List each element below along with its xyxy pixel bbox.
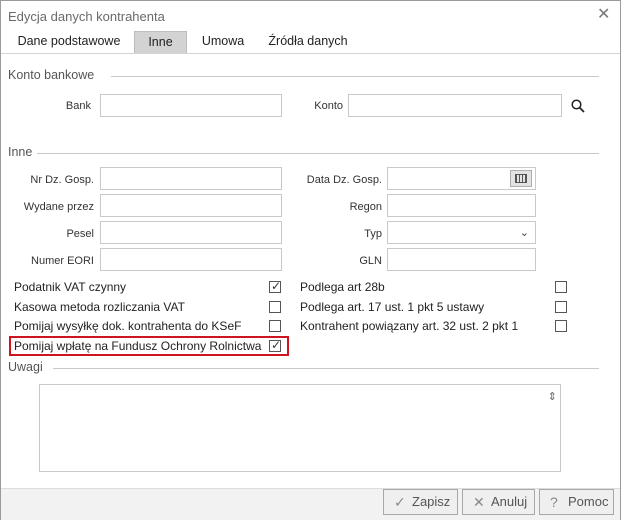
checkbox-label: Pomijaj wysyłkę dok. kontrahenta do KSeF xyxy=(14,319,242,333)
anuluj-button[interactable]: ✕ Anuluj xyxy=(462,489,535,515)
konto-input[interactable] xyxy=(348,94,562,117)
resize-grip-icon[interactable]: ⇕ xyxy=(548,390,557,403)
pomoc-button[interactable]: ? Pomoc xyxy=(539,489,614,515)
bank-input[interactable] xyxy=(100,94,282,117)
zapisz-button[interactable]: ✓ Zapisz xyxy=(383,489,458,515)
checkbox-label: Pomijaj wpłatę na Fundusz Ochrony Rolnic… xyxy=(14,339,262,353)
search-icon[interactable] xyxy=(571,99,585,113)
regon-input[interactable] xyxy=(387,194,536,217)
section-uwagi: Uwagi xyxy=(8,360,43,374)
dialog-window: Edycja danych kontrahenta ✕ Dane podstaw… xyxy=(0,0,621,520)
section-divider xyxy=(37,153,599,154)
tab-dane-podstawowe[interactable]: Dane podstawowe xyxy=(9,31,129,53)
section-konto-bankowe: Konto bankowe xyxy=(8,68,95,82)
bank-label: Bank xyxy=(65,100,91,112)
checkbox-label: Podatnik VAT czynny xyxy=(14,280,127,294)
pesel-label: Pesel xyxy=(66,228,94,240)
numer-eori-label: Numer EORI xyxy=(31,255,94,267)
section-inne: Inne xyxy=(8,145,33,159)
podlega-art17-checkbox[interactable] xyxy=(555,301,567,313)
konto-label: Konto xyxy=(314,100,343,112)
data-dz-gosp-label: Data Dz. Gosp. xyxy=(306,174,382,186)
pesel-input[interactable] xyxy=(100,221,282,244)
tab-inne[interactable]: Inne xyxy=(134,31,187,53)
wydane-przez-input[interactable] xyxy=(100,194,282,217)
gln-label: GLN xyxy=(359,255,382,267)
typ-label: Typ xyxy=(364,228,382,240)
title-bar: Edycja danych kontrahenta ✕ xyxy=(1,1,620,31)
checkbox-label: Kasowa metoda rozliczania VAT xyxy=(14,300,185,314)
data-dz-gosp-input[interactable] xyxy=(387,167,536,190)
pomijaj-fundusz-checkbox[interactable]: ✓ xyxy=(269,338,281,352)
tab-zrodla-danych[interactable]: Źródła danych xyxy=(263,31,353,53)
help-icon: ? xyxy=(550,494,558,510)
check-icon: ✓ xyxy=(394,494,406,510)
tab-umowa[interactable]: Umowa xyxy=(195,31,251,53)
tab-bar: Dane podstawowe Inne Umowa Źródła danych xyxy=(1,31,620,54)
typ-select[interactable]: ⌄ xyxy=(387,221,536,244)
window-title: Edycja danych kontrahenta xyxy=(8,9,165,24)
nr-dz-gosp-label: Nr Dz. Gosp. xyxy=(30,174,94,186)
chevron-down-icon: ⌄ xyxy=(519,227,529,239)
uwagi-textarea[interactable]: ⇕ xyxy=(39,384,561,472)
close-icon: ✕ xyxy=(473,494,485,510)
checkbox-label: Podlega art 28b xyxy=(300,280,385,294)
gln-input[interactable] xyxy=(387,248,536,271)
close-icon[interactable]: ✕ xyxy=(597,7,610,23)
podatnik-vat-checkbox[interactable]: ✓ xyxy=(269,279,281,293)
podlega-28b-checkbox[interactable] xyxy=(555,281,567,293)
checkbox-label: Podlega art. 17 ust. 1 pkt 5 ustawy xyxy=(300,300,485,314)
pomijaj-ksef-checkbox[interactable] xyxy=(269,320,281,332)
calendar-icon[interactable] xyxy=(510,170,532,187)
regon-label: Regon xyxy=(349,201,382,213)
section-divider xyxy=(53,368,599,369)
nr-dz-gosp-input[interactable] xyxy=(100,167,282,190)
kontrahent-powiazany-checkbox[interactable] xyxy=(555,320,567,332)
numer-eori-input[interactable] xyxy=(100,248,282,271)
wydane-przez-label: Wydane przez xyxy=(23,201,94,213)
kasowa-metoda-checkbox[interactable] xyxy=(269,301,281,313)
section-divider xyxy=(111,76,599,77)
checkbox-label: Kontrahent powiązany art. 32 ust. 2 pkt … xyxy=(300,319,519,333)
